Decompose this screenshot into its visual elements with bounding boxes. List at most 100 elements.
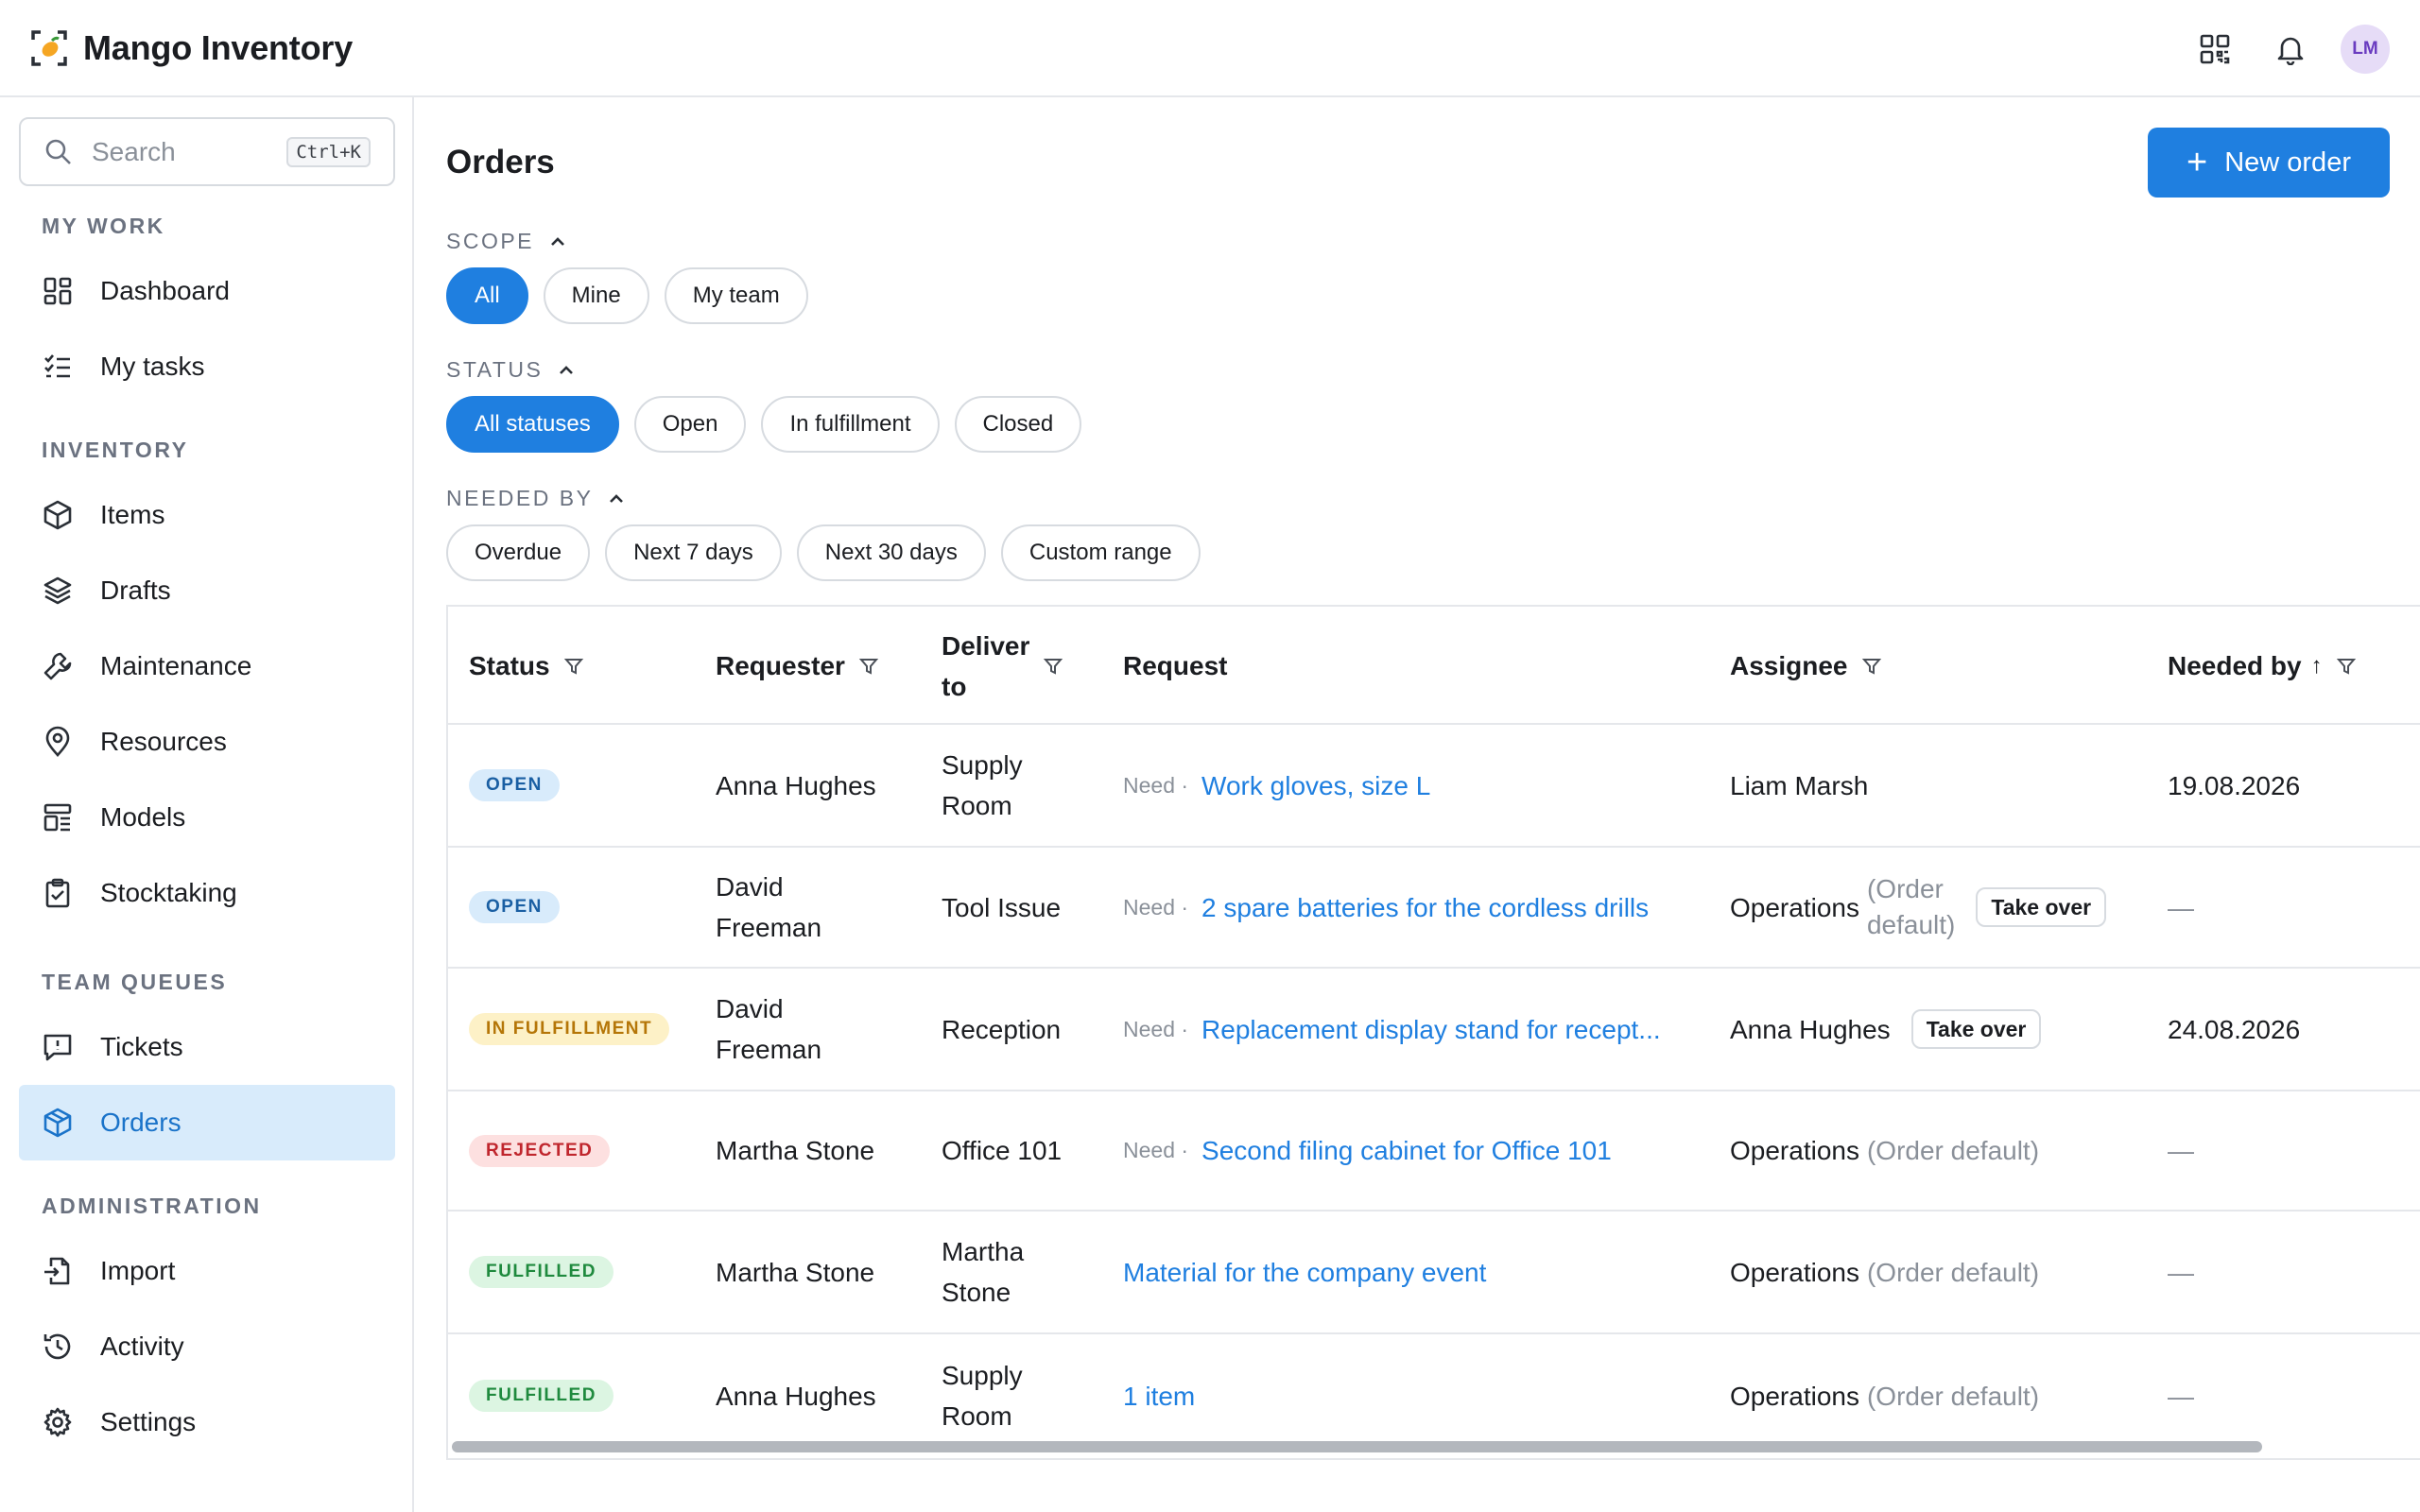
status-badge: FULFILLED (469, 1256, 614, 1288)
assignee-note-line-1: (Order (1866, 874, 1944, 903)
chip-next-30-days[interactable]: Next 30 days (796, 524, 986, 581)
chip-scope-my-team[interactable]: My team (664, 267, 808, 324)
sidebar-item-items[interactable]: Items (19, 477, 395, 553)
gear-icon (43, 1407, 72, 1437)
filter-icon[interactable] (858, 656, 879, 677)
requester-line-1: David (716, 872, 784, 902)
needed-by-filter-toggle[interactable]: NEEDED BY (446, 486, 627, 511)
sidebar-item-label: Settings (100, 1407, 197, 1436)
new-order-button[interactable]: + New order (2148, 128, 2390, 198)
status-chips: All statuses Open In fulfillment Closed (446, 396, 1097, 453)
chip-custom-range[interactable]: Custom range (1000, 524, 1201, 581)
column-header-assignee[interactable]: Assignee (1730, 607, 1882, 725)
column-header-request[interactable]: Request (1123, 607, 1227, 725)
table-row[interactable]: OPEN David Freeman Tool Issue Need · 2 spa… (448, 848, 2420, 969)
sidebar-item-drafts[interactable]: Drafts (19, 553, 395, 628)
plus-icon: + (2187, 143, 2208, 182)
table-row[interactable]: IN FULFILLMENT David Freeman Reception Ne… (448, 969, 2420, 1091)
requester-line-2: Freeman (716, 913, 822, 942)
horizontal-scrollbar[interactable] (452, 1441, 2262, 1452)
chip-next-7-days[interactable]: Next 7 days (605, 524, 782, 581)
requester: Martha Stone (716, 1136, 875, 1165)
request-link[interactable]: 1 item (1123, 1376, 1195, 1417)
column-header-status[interactable]: Status (469, 607, 584, 725)
requester-line-1: David (716, 994, 784, 1023)
status-badge: FULFILLED (469, 1380, 614, 1412)
chip-overdue[interactable]: Overdue (446, 524, 591, 581)
sort-ascending-icon[interactable]: ↑ (2311, 653, 2323, 679)
top-bar: Mango Inventory LM (0, 0, 2420, 97)
request-link[interactable]: 2 spare batteries for the cordless drill… (1201, 887, 1649, 928)
requester: Anna Hughes (716, 770, 876, 800)
assignee: Operations (1730, 1381, 1859, 1411)
sidebar-item-dashboard[interactable]: Dashboard (19, 253, 395, 329)
table-row[interactable]: FULFILLED Martha Stone Martha Stone Mater… (448, 1211, 2420, 1334)
sidebar-item-settings[interactable]: Settings (19, 1384, 395, 1460)
filter-icon[interactable] (1043, 656, 1063, 677)
status-filter-label: STATUS (446, 357, 544, 382)
scope-filter-label: SCOPE (446, 229, 535, 253)
search-icon (45, 139, 71, 164)
sidebar-item-orders[interactable]: Orders (19, 1085, 395, 1160)
status-filter-toggle[interactable]: STATUS (446, 357, 577, 383)
chip-status-in-fulfillment[interactable]: In fulfillment (761, 396, 940, 453)
request-link[interactable]: Work gloves, size L (1201, 765, 1430, 806)
wrench-icon (43, 652, 72, 680)
layers-icon (43, 576, 72, 605)
sidebar-item-label: Orders (100, 1108, 182, 1137)
chevron-up-icon (560, 365, 574, 374)
table-row[interactable]: OPEN Anna Hughes Supply Room Need · Work g… (448, 725, 2420, 848)
sidebar: Search Ctrl+K MY WORK Dashboard My tasks… (0, 97, 414, 1512)
models-icon (43, 803, 72, 832)
column-label: Assignee (1730, 650, 1848, 680)
chip-scope-mine[interactable]: Mine (543, 267, 649, 324)
sidebar-item-import[interactable]: Import (19, 1233, 395, 1309)
mango-logo-icon (31, 29, 67, 66)
table-row[interactable]: REJECTED Martha Stone Office 101 Need · S… (448, 1091, 2420, 1211)
filter-icon[interactable] (1861, 656, 1882, 677)
chip-scope-all[interactable]: All (446, 267, 528, 324)
column-header-deliver-to[interactable]: Deliver to (942, 607, 1063, 725)
deliver-to: Martha Stone (942, 1231, 1024, 1313)
sidebar-item-tickets[interactable]: Tickets (19, 1009, 395, 1085)
search-shortcut: Ctrl+K (286, 136, 371, 167)
column-header-needed-by[interactable]: Needed by ↑ (2168, 607, 2357, 725)
chip-status-all[interactable]: All statuses (446, 396, 619, 453)
deliver-to-line-2: Stone (942, 1278, 1011, 1307)
assignee-note: (Order default) (1866, 1381, 2040, 1411)
needed-by-chips: Overdue Next 7 days Next 30 days Custom … (446, 524, 1216, 581)
sidebar-item-my-tasks[interactable]: My tasks (19, 329, 395, 404)
chip-status-open[interactable]: Open (633, 396, 747, 453)
qr-code-icon[interactable] (2191, 26, 2238, 73)
filter-icon[interactable] (563, 656, 584, 677)
sidebar-item-label: Resources (100, 727, 227, 756)
request-link[interactable]: Second filing cabinet for Office 101 (1201, 1130, 1612, 1171)
sidebar-item-resources[interactable]: Resources (19, 704, 395, 780)
filter-icon[interactable] (2336, 656, 2357, 677)
request-link[interactable]: Replacement display stand for recept... (1201, 1009, 1661, 1050)
sidebar-item-label: Tickets (100, 1032, 183, 1061)
sidebar-item-label: Dashboard (100, 276, 230, 305)
sidebar-item-activity[interactable]: Activity (19, 1309, 395, 1384)
search-input[interactable]: Search Ctrl+K (19, 117, 395, 186)
sidebar-item-models[interactable]: Models (19, 780, 395, 855)
bell-icon[interactable] (2267, 26, 2314, 73)
deliver-to-line-2: Room (942, 791, 1012, 820)
brand[interactable]: Mango Inventory (29, 28, 353, 68)
requester: David Freeman (716, 988, 821, 1070)
table-row[interactable]: FULFILLED Anna Hughes Supply Room 1 item … (448, 1334, 2420, 1457)
assignee-note: (Order default) (1867, 871, 1955, 943)
avatar[interactable]: LM (2341, 24, 2390, 74)
take-over-button[interactable]: Take over (1976, 887, 2107, 927)
chip-status-closed[interactable]: Closed (954, 396, 1082, 453)
sidebar-item-maintenance[interactable]: Maintenance (19, 628, 395, 704)
sidebar-item-stocktaking[interactable]: Stocktaking (19, 855, 395, 931)
take-over-button[interactable]: Take over (1910, 1009, 2042, 1049)
tasks-icon (44, 354, 70, 378)
column-header-requester[interactable]: Requester (716, 607, 879, 725)
new-order-label: New order (2224, 146, 2351, 178)
requester-line-2: Freeman (716, 1035, 822, 1064)
ticket-icon (43, 1034, 72, 1061)
scope-filter-toggle[interactable]: SCOPE (446, 229, 568, 254)
request-link[interactable]: Material for the company event (1123, 1252, 1486, 1293)
